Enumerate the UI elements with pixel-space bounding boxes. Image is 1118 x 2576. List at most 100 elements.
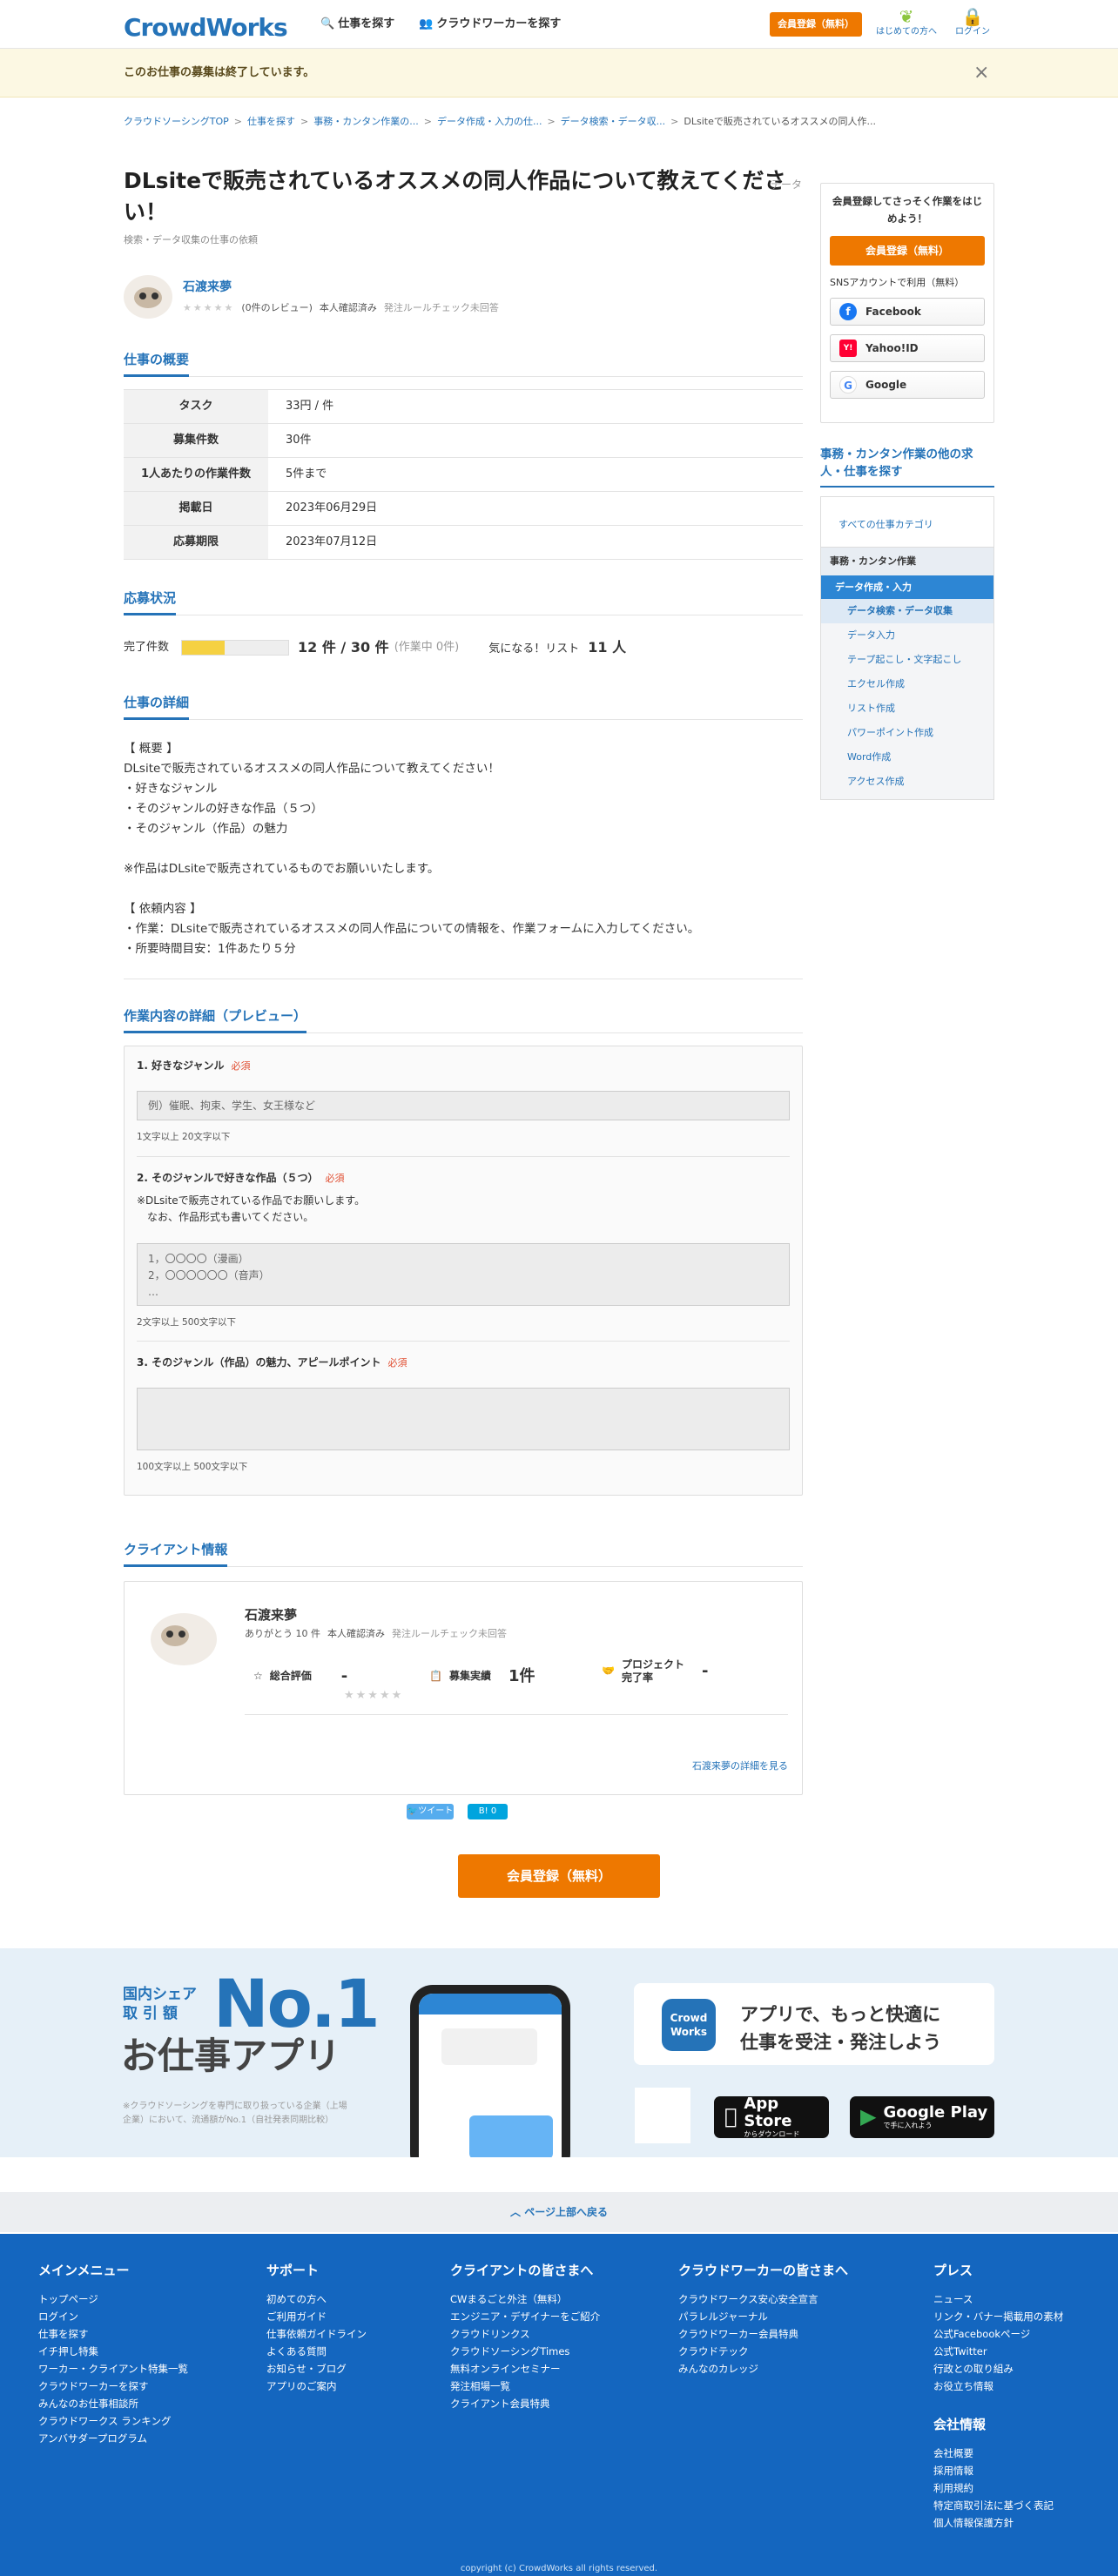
footer-link[interactable]: 初めての方へ [266,2290,367,2308]
rule-check-badge: 発注ルールチェック未回答 [392,1627,507,1639]
yahoo-login-button[interactable]: Y! Yahoo!ID [830,334,985,363]
preview-section: 作業内容の詳細（プレビュー） 1. 好きなジャンル 必須 例）催眠、拘束、学生、女… [124,1007,803,1496]
footer-link[interactable]: パラレルジャーナル [678,2308,848,2325]
category-item[interactable]: データ検索・データ収集 [821,599,993,624]
overview-table: タスク 33円 / 件 募集件数 30件 1人あたりの作業件数 5件まで 掲載日 202… [124,389,803,561]
client-name: 石渡来夢 [245,1606,298,1623]
footer-link[interactable]: クラウドワーカー会員特典 [678,2325,848,2343]
footer-link[interactable]: トップページ [38,2290,188,2308]
appeal-textarea[interactable] [137,1388,790,1451]
category-title: 事務・カンタン作業の他の求人・仕事を探す [820,446,994,488]
breadcrumb-item[interactable]: 事務・カンタン作業の... [313,115,419,128]
tweet-button[interactable]: 🐦ツイート [407,1804,454,1819]
footer-link[interactable]: 発注相場一覧 [450,2378,600,2395]
footer-link[interactable]: クラウドソーシングTimes [450,2343,600,2360]
app-store-button[interactable]: App Storeからダウンロード [714,2095,829,2138]
footer-link[interactable]: みんなのお仕事相談所 [38,2395,188,2412]
star-icon: ☆ [253,1670,263,1683]
avatar[interactable] [124,275,172,319]
sidebar-register-button[interactable]: 会員登録（無料） [830,236,985,266]
category-parent[interactable]: 事務・カンタン作業 [821,547,993,575]
footer-col-client: クライアントの皆さまへ CWまるごと外注（無料） エンジニア・デザイナーをご紹介… [450,2262,600,2412]
footer-link[interactable]: クライアント会員特典 [450,2395,600,2412]
sns-label: SNSアカウントで利用（無料） [830,277,965,288]
works-textarea[interactable]: 1，〇〇〇〇（漫画） 2，〇〇〇〇〇〇（音声） … [137,1242,790,1306]
footer-link[interactable]: 個人情報保護方針 [933,2514,1063,2532]
footer-link[interactable]: クラウドリンクス [450,2325,600,2343]
owner-name[interactable]: 石渡来夢 [183,280,232,294]
footer-link[interactable]: 利用規約 [933,2479,1063,2497]
footer-link[interactable]: 無料オンラインセミナー [450,2360,600,2378]
rating-stat: ☆ 総合評価 - [253,1665,347,1687]
footer-link[interactable]: ニュース [933,2290,1063,2308]
footer-link[interactable]: 特定商取引法に基づく表記 [933,2497,1063,2514]
google-icon: G [839,376,857,394]
qr-code [635,2088,690,2143]
facebook-login-button[interactable]: f Facebook [830,298,985,326]
footer-link[interactable]: 仕事依頼ガイドライン [266,2325,367,2343]
close-icon[interactable]: × [973,60,989,87]
footer-link[interactable]: クラウドワークス安心安全宣言 [678,2290,848,2308]
footer-link[interactable]: 採用情報 [933,2462,1063,2479]
footer-link[interactable]: クラウドワーカーを探す [38,2378,188,2395]
overview-section: 仕事の概要 タスク 33円 / 件 募集件数 30件 1人あたりの作業件数 5件まで … [124,351,803,561]
footer-link[interactable]: ワーカー・クライアント特集一覧 [38,2360,188,2378]
footer-link[interactable]: 行政との取り組み [933,2360,1063,2378]
footer-link[interactable]: 仕事を探す [38,2325,188,2343]
lock-icon: 🔒 [961,6,984,27]
hatena-button[interactable]: B! 0 [468,1804,508,1819]
breadcrumb-item[interactable]: データ作成・入力の仕... [437,115,542,128]
footer-link[interactable]: ご利用ガイド [266,2308,367,2325]
phone-screen [419,1994,562,2157]
category-current[interactable]: データ作成・入力 [821,575,993,600]
footer-link[interactable]: ログイン [38,2308,188,2325]
footer-link[interactable]: 公式Twitter [933,2343,1063,2360]
login-link[interactable]: 🔒 ログイン [942,7,1003,38]
category-item[interactable]: データ入力 [821,623,993,648]
nav-find-work[interactable]: 🔍 仕事を探す [320,17,394,32]
category-item[interactable]: アクセス作成 [821,770,993,794]
footer-link[interactable]: 会社概要 [933,2445,1063,2462]
nav-find-worker[interactable]: 👥 クラウドワーカーを探す [419,17,561,32]
all-categories-link[interactable]: すべての仕事カテゴリ [821,497,993,548]
progress-bar [181,640,290,656]
footer-link[interactable]: クラウドワークス ランキング [38,2412,188,2430]
crowdworks-logo[interactable]: CrowdWorks [124,10,288,44]
category-item[interactable]: エクセル作成 [821,672,993,696]
footer-link[interactable]: エンジニア・デザイナーをご紹介 [450,2308,600,2325]
first-time-link[interactable]: ❦ はじめての方へ [876,7,937,38]
register-button[interactable]: 会員登録（無料） [458,1854,660,1898]
footer-link[interactable]: よくある質問 [266,2343,367,2360]
footer-link[interactable]: リンク・バナー掲載用の素材 [933,2308,1063,2325]
category-item[interactable]: Word作成 [821,745,993,770]
footer-link[interactable]: CWまるごと外注（無料） [450,2290,600,2308]
question-2: 2. そのジャンルで好きな作品（５つ） 必須 ※DLsiteで販売されている作品で… [137,1171,790,1342]
client-detail-link[interactable]: 石渡来夢の詳細を見る [692,1759,788,1772]
back-to-top-link[interactable]: ︿ ページ上部へ戻る [0,2192,1118,2232]
verified-badge: 本人確認済み [327,1627,385,1639]
google-login-button[interactable]: G Google [830,371,985,400]
category-item[interactable]: リスト作成 [821,696,993,721]
footer-link[interactable]: アンバサダープログラム [38,2430,188,2447]
footer-link[interactable]: 公式Facebookページ [933,2325,1063,2343]
breadcrumb-item[interactable]: データ検索・データ収... [561,115,666,128]
header-register-button[interactable]: 会員登録（無料） [770,12,862,37]
category-item[interactable]: パワーポイント作成 [821,721,993,745]
chevron-up-icon: ︿ [510,2206,525,2218]
detail-heading-label: 仕事の詳細 [124,695,190,721]
avatar[interactable] [151,1612,217,1665]
footer-col-title: 会社情報 [933,2417,987,2432]
category-item[interactable]: テープ起こし・文字起こし [821,648,993,672]
footer-link[interactable]: お役立ち情報 [933,2378,1063,2395]
google-play-button[interactable]: ▶ Google Play で手に入れよう [850,2096,994,2138]
footer-link[interactable]: アプリのご案内 [266,2378,367,2395]
breadcrumb-item[interactable]: 仕事を探す [247,115,295,128]
stat-label: 総合評価 [269,1670,312,1683]
site-footer: メインメニュー トップページ ログイン 仕事を探す イチ押し特集 ワーカー・クラ… [0,2234,1118,2576]
footer-link[interactable]: イチ押し特集 [38,2343,188,2360]
breadcrumb-item[interactable]: クラウドソーシングTOP [124,115,229,128]
footer-link[interactable]: クラウドテック [678,2343,848,2360]
footer-link[interactable]: みんなのカレッジ [678,2360,848,2378]
footer-link[interactable]: お知らせ・ブログ [266,2360,367,2378]
genre-input[interactable]: 例）催眠、拘束、学生、女王様など [137,1091,790,1121]
